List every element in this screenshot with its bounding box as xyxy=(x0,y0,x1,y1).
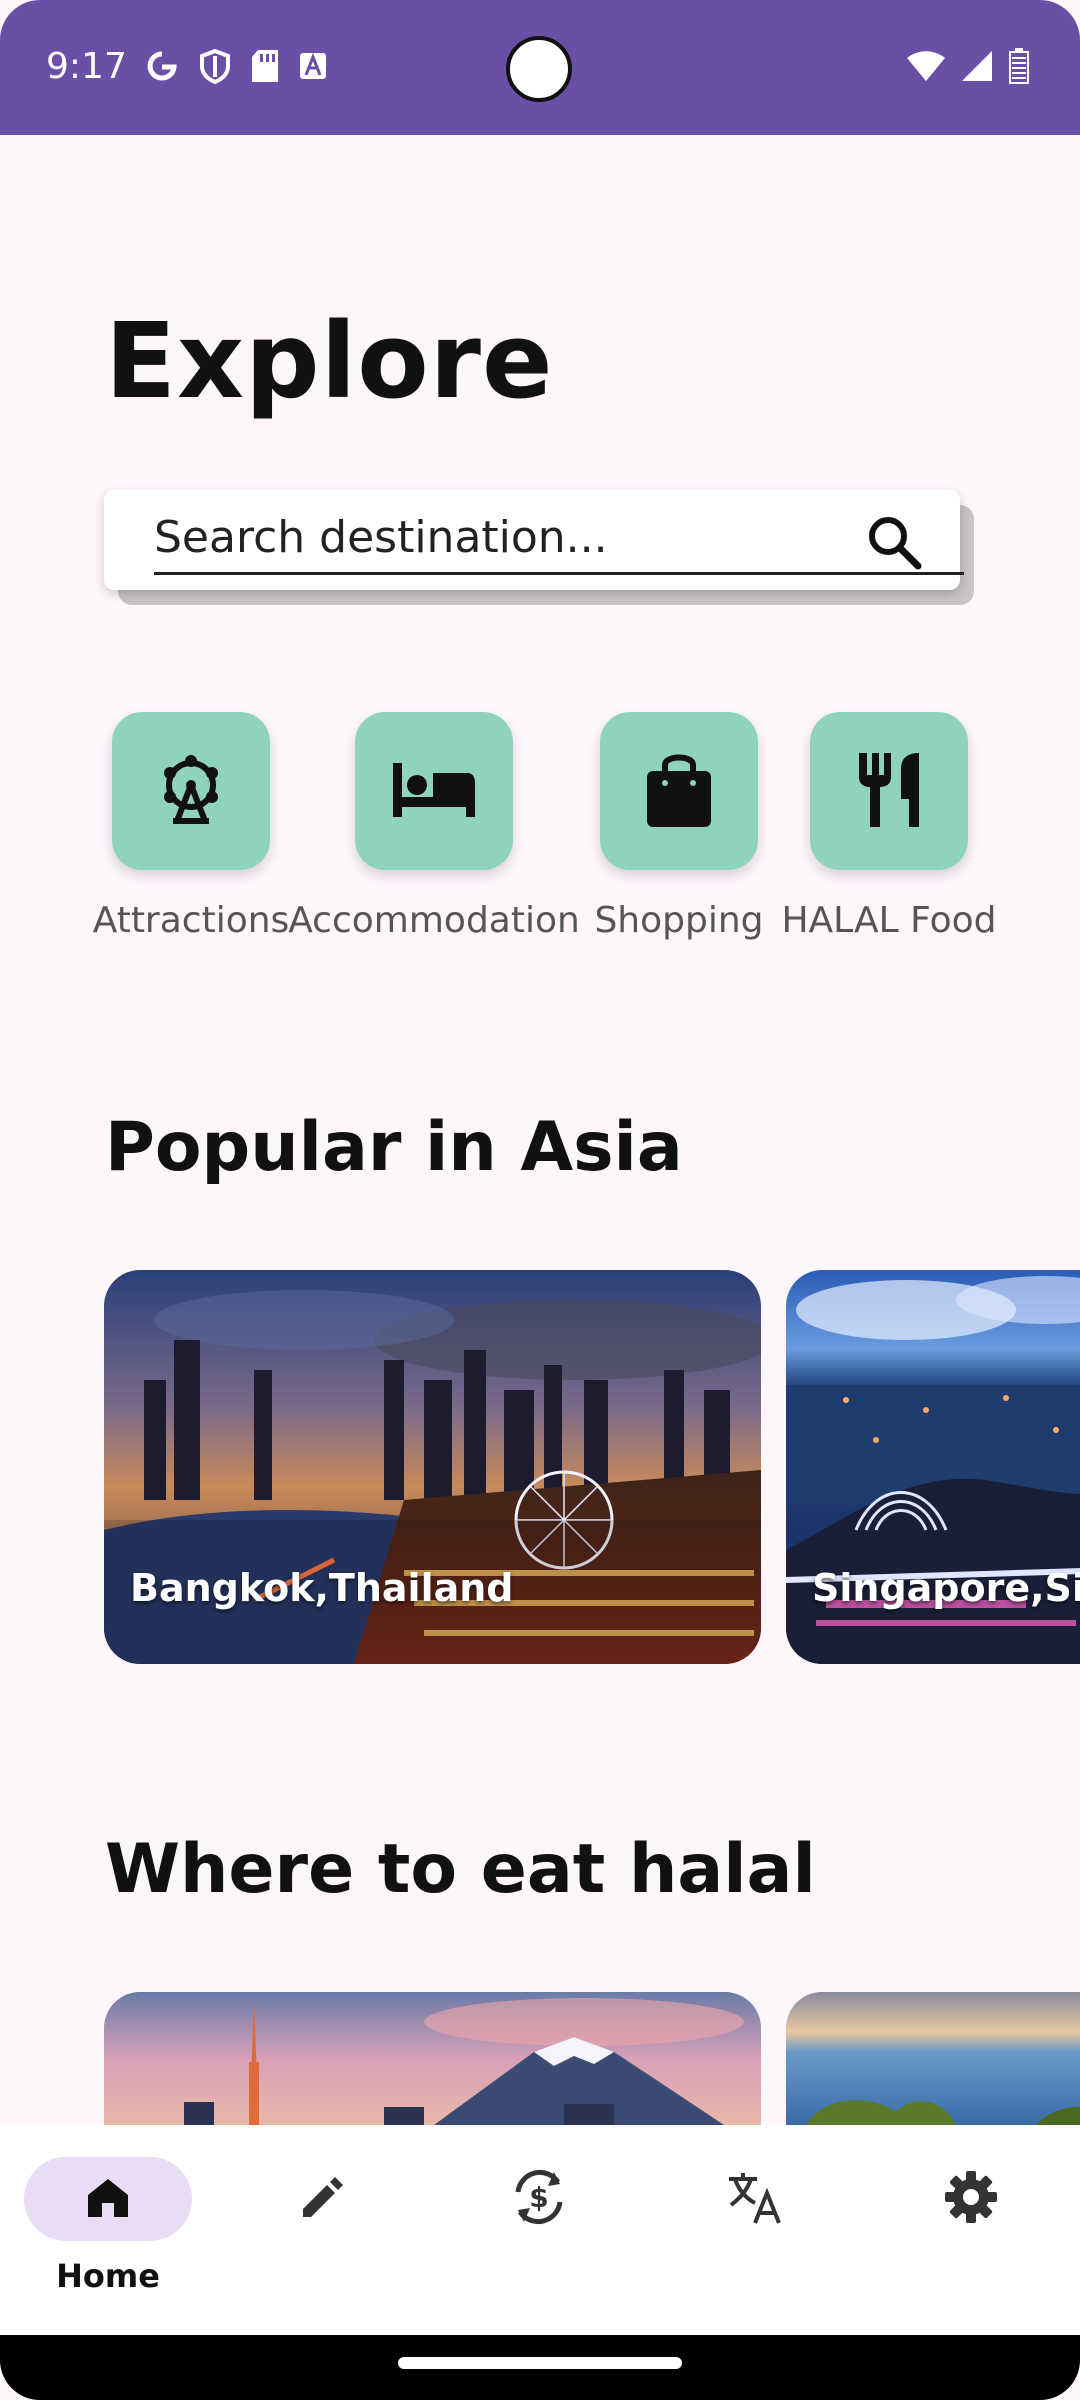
bottom-navigation: Home $ xyxy=(0,2125,1080,2335)
search-underline xyxy=(154,572,964,575)
restaurant-card[interactable] xyxy=(786,1992,1080,2125)
nav-icon-container[interactable] xyxy=(887,2157,1055,2241)
nav-item-currency[interactable]: $ xyxy=(454,2157,624,2297)
nav-item-edit[interactable] xyxy=(238,2157,408,2297)
status-icons-left xyxy=(144,48,328,84)
category-accommodation[interactable]: Accommodation xyxy=(288,712,580,941)
wifi-icon xyxy=(906,49,946,88)
currency-exchange-icon: $ xyxy=(508,2166,570,2233)
category-label: Shopping xyxy=(594,900,764,941)
pencil-icon xyxy=(297,2171,349,2228)
battery-icon xyxy=(1008,48,1030,89)
section-title-popular: Popular in Asia xyxy=(105,1108,683,1187)
nav-icon-container[interactable] xyxy=(671,2157,839,2241)
destination-card[interactable]: Singapore,Singapore xyxy=(786,1270,1080,1664)
gesture-bar-area xyxy=(0,2335,1080,2400)
destination-card[interactable]: Bangkok,Thailand xyxy=(104,1270,761,1664)
camera-cutout xyxy=(506,36,572,102)
category-attractions[interactable]: Attractions xyxy=(91,712,291,941)
nav-label: Home xyxy=(56,2257,160,2295)
search-icon[interactable] xyxy=(864,512,924,572)
nav-item-home[interactable]: Home xyxy=(23,2157,193,2297)
svg-text:$: $ xyxy=(529,2181,548,2214)
page-title: Explore xyxy=(105,300,554,422)
status-time: 9:17 xyxy=(46,46,127,87)
status-bar: 9:17 xyxy=(0,0,1080,135)
bed-icon xyxy=(389,757,479,826)
nav-icon-container[interactable] xyxy=(239,2157,407,2241)
category-shopping[interactable]: Shopping xyxy=(579,712,779,941)
sd-card-icon xyxy=(250,48,280,84)
nav-item-settings[interactable] xyxy=(886,2157,1056,2297)
text-a-icon xyxy=(298,51,328,81)
nav-icon-container[interactable]: $ xyxy=(455,2157,623,2241)
search-box[interactable] xyxy=(104,490,964,590)
nav-active-indicator[interactable] xyxy=(24,2157,192,2241)
tokyo-image xyxy=(104,1992,761,2125)
restaurant-card[interactable] xyxy=(104,1992,761,2125)
gear-icon xyxy=(943,2169,999,2230)
category-tile[interactable] xyxy=(355,712,513,870)
category-tile[interactable] xyxy=(112,712,270,870)
search-input[interactable] xyxy=(154,512,854,562)
status-icons-right xyxy=(906,48,1030,89)
shield-icon xyxy=(198,48,232,84)
category-label: Accommodation xyxy=(288,900,580,941)
home-icon xyxy=(84,2173,132,2226)
shopping-bag-icon xyxy=(643,749,715,834)
category-label: Attractions xyxy=(92,900,290,941)
card-label: Singapore,Singapore xyxy=(812,1566,1080,1610)
card-label: Bangkok,Thailand xyxy=(130,1566,514,1610)
category-label: HALAL Food xyxy=(781,900,997,941)
category-tile[interactable] xyxy=(810,712,968,870)
category-halal-food[interactable]: HALAL Food xyxy=(779,712,999,941)
gesture-handle[interactable] xyxy=(398,2357,682,2369)
ferris-wheel-icon xyxy=(153,751,229,832)
google-g-icon xyxy=(144,48,180,84)
section-title-halal: Where to eat halal xyxy=(105,1830,816,1909)
seaside-image xyxy=(786,1992,1080,2125)
nav-item-translate[interactable] xyxy=(670,2157,840,2297)
category-tile[interactable] xyxy=(600,712,758,870)
fork-knife-icon xyxy=(853,749,925,834)
signal-icon xyxy=(960,49,994,88)
translate-icon xyxy=(725,2167,785,2232)
